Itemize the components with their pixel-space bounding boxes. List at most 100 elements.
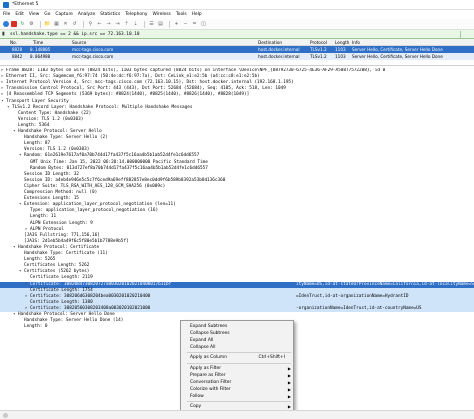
- zoom-out-icon[interactable]: −: [182, 21, 189, 28]
- go-back-icon[interactable]: ←: [96, 21, 103, 28]
- context-menu-item-collapse-subtrees[interactable]: Collapse Subtrees: [181, 330, 293, 337]
- packet-source: mcc-tags.cisco.com: [72, 47, 114, 52]
- detail-tree-text: Type: application_layer_protocol_negotia…: [30, 208, 159, 214]
- menu-view[interactable]: View: [29, 12, 39, 17]
- capture-options-icon[interactable]: ⚙: [28, 21, 35, 28]
- context-menu-item-colorize-with-filter[interactable]: Colorize with Filter ▶: [181, 386, 293, 393]
- title-bar: *Ethernet 5: [0, 0, 474, 10]
- context-menu-item-expand-subtrees[interactable]: Expand Subtrees: [181, 323, 293, 330]
- menu-file[interactable]: File: [3, 12, 10, 17]
- column-header-destination[interactable]: Destination: [258, 40, 282, 45]
- context-menu-item-apply-as-filter[interactable]: Apply as Filter ▶: [181, 365, 293, 372]
- start-capture-icon[interactable]: [3, 21, 9, 27]
- submenu-arrow-icon: ▶: [287, 372, 291, 378]
- detail-tree-text: Session ID: a4eb4e946e5c5c7f6ced9a69eff8…: [24, 177, 226, 183]
- context-menu: Expand Subtrees Collapse Subtrees Expand A…: [180, 320, 294, 419]
- go-to-packet-icon[interactable]: ⇥: [114, 21, 121, 28]
- context-menu-item-collapse-all[interactable]: Collapse All: [181, 344, 293, 351]
- detail-tree-text: ALPN Extension Length: 9: [30, 220, 93, 226]
- column-header-no[interactable]: No.: [10, 40, 17, 45]
- submenu-arrow-icon: ▶: [287, 393, 291, 399]
- packet-info: Server Hello, Certificate, Server Hello …: [352, 54, 443, 59]
- detail-tree-text: Certificate Length: 1380: [30, 299, 93, 305]
- detail-tree-text: Random Bytes: 013d727ef8a70b744d17fa437f…: [30, 165, 208, 171]
- detail-tree-text: Length: 5265: [24, 257, 56, 263]
- detail-tree-text: Handshake Protocol: Server Hello: [18, 129, 102, 134]
- context-menu-item-expand-all[interactable]: Expand All: [181, 337, 293, 344]
- find-packet-icon[interactable]: ⚲: [87, 21, 94, 28]
- menu-telephony[interactable]: Telephony: [125, 12, 147, 17]
- filter-apply-button[interactable]: [460, 31, 472, 38]
- resize-columns-icon[interactable]: ◫: [200, 21, 207, 28]
- packet-row[interactable]: 8828 0.148805 mcc-tags.cisco.com host.do…: [0, 46, 474, 53]
- save-file-icon[interactable]: ▦: [53, 21, 60, 28]
- wireshark-fin-icon: [3, 1, 9, 8]
- detail-tree-text: Certificates Length: 5262: [24, 263, 90, 269]
- detail-tree-text: Handshake Protocol: Certificate: [18, 244, 100, 250]
- context-menu-item-apply-as-column[interactable]: Apply as Column Ctrl+Shift+I: [181, 354, 293, 361]
- context-menu-item-label: Apply as Filter: [190, 365, 222, 371]
- menu-go[interactable]: Go: [44, 12, 50, 17]
- menu-separator: [187, 401, 291, 402]
- menu-wireless[interactable]: Wireless: [152, 12, 170, 17]
- column-header-info[interactable]: Info: [352, 40, 360, 45]
- column-header-length[interactable]: Length: [335, 40, 349, 45]
- detail-tree-text: Version: TLS 1.2 (0x0303): [18, 116, 84, 122]
- context-menu-item-label: Expand Subtrees: [190, 324, 228, 329]
- close-file-icon[interactable]: ✕: [62, 21, 69, 28]
- detail-tree-text: Certificate Length: 2119: [30, 275, 93, 281]
- context-menu-item-label: Copy: [190, 404, 202, 409]
- menu-capture[interactable]: Capture: [55, 12, 72, 17]
- detail-tree-text: [JA3S Fullstring: 771,156,16]: [24, 232, 100, 238]
- toolbar-separator: [40, 20, 41, 28]
- display-filter-input[interactable]: ssl.handshake.type == 2 && ip.src == 72.…: [10, 32, 140, 37]
- context-menu-item-label: Apply as Column: [190, 355, 227, 361]
- detail-tree-text: Certificate: 30820560308203408a003020102…: [30, 305, 151, 311]
- context-menu-shortcut: Ctrl+Shift+I: [258, 355, 285, 361]
- bookmark-icon[interactable]: ▮: [2, 31, 8, 37]
- go-forward-icon[interactable]: →: [105, 21, 112, 28]
- restart-capture-icon[interactable]: ↻: [19, 21, 26, 28]
- context-menu-item-follow[interactable]: Follow ▶: [181, 393, 293, 400]
- context-menu-item-prepare-as-filter[interactable]: Prepare as Filter ▶: [181, 372, 293, 379]
- menu-separator: [187, 352, 291, 354]
- packet-no: 8828: [12, 47, 23, 52]
- menu-tools[interactable]: Tools: [176, 12, 187, 17]
- menu-statistics[interactable]: Statistics: [100, 12, 120, 17]
- submenu-arrow-icon: ▶: [287, 386, 291, 392]
- display-filter-bar[interactable]: ▮ ssl.handshake.type == 2 && ip.src == 7…: [0, 30, 474, 39]
- detail-tree-text: Length: 11: [30, 214, 57, 220]
- packet-length: 1103: [335, 47, 346, 52]
- menu-help[interactable]: Help: [192, 12, 202, 17]
- last-packet-icon[interactable]: ⇣: [132, 21, 139, 28]
- packet-length: 1103: [335, 54, 346, 59]
- column-header-source[interactable]: Source: [72, 40, 86, 45]
- context-menu-item-label: Expand All: [190, 338, 214, 344]
- open-file-icon[interactable]: 📁: [44, 21, 51, 28]
- packet-info: Server Hello, Certificate, Server Hello …: [352, 47, 443, 52]
- detail-tree-text: Certificate Length: 1754: [30, 287, 93, 293]
- packet-source: mcc-tags.cisco.com: [72, 54, 114, 59]
- first-packet-icon[interactable]: ⇡: [123, 21, 130, 28]
- menu-edit[interactable]: Edit: [15, 12, 24, 17]
- column-header-protocol[interactable]: Protocol: [310, 40, 327, 45]
- packet-time: 0.064980: [30, 54, 51, 59]
- stop-capture-icon[interactable]: [11, 21, 17, 27]
- context-menu-item-conversation-filter[interactable]: Conversation Filter ▶: [181, 379, 293, 386]
- reload-file-icon[interactable]: ↺: [71, 21, 78, 28]
- zoom-reset-icon[interactable]: =: [191, 21, 198, 28]
- autoscroll-icon[interactable]: ☰: [148, 21, 155, 28]
- column-header-time[interactable]: Time: [33, 40, 43, 45]
- detail-tree-text: [4 Reassembled TCP Segments (5369 bytes)…: [6, 92, 250, 98]
- detail-tree-text: Handshake Type: Certificate (11): [24, 251, 108, 256]
- detail-tree-text: Compression Method: null (0): [24, 190, 98, 195]
- packet-row[interactable]: 8842 0.064980 mcc-tags.cisco.com host.do…: [0, 53, 474, 60]
- window-title: *Ethernet 5: [12, 2, 39, 7]
- toolbar-separator: [144, 20, 145, 28]
- detail-tree-text: Certificates (5262 bytes): [24, 269, 90, 275]
- zoom-in-icon[interactable]: +: [173, 21, 180, 28]
- packet-protocol: TLSv1.2: [310, 54, 327, 59]
- detail-tree-text: Ethernet II, Src: Sagemcom_f6:97:74 (50:…: [6, 74, 260, 80]
- colorize-icon[interactable]: ▤: [157, 21, 164, 28]
- menu-analyze[interactable]: Analyze: [78, 12, 95, 17]
